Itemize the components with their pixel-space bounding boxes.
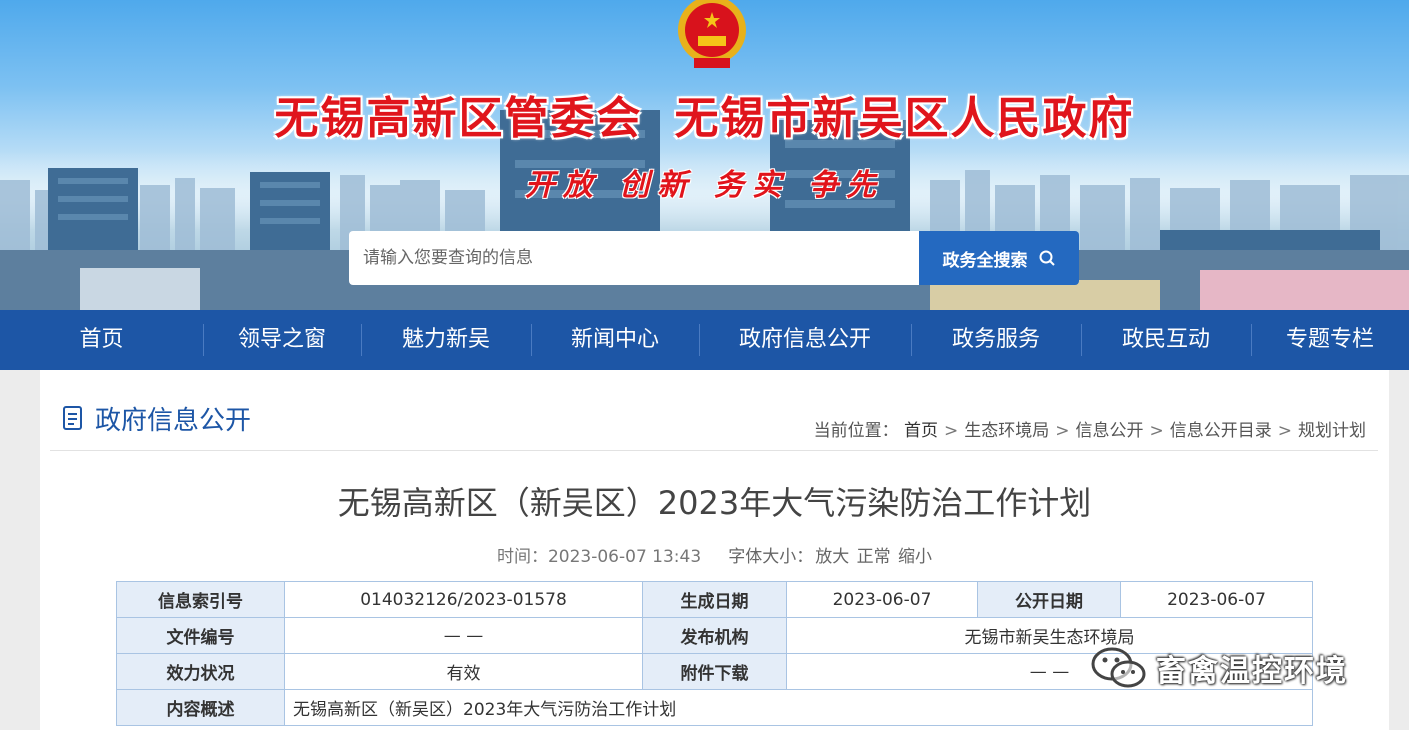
created-label: 生成日期 (642, 581, 787, 618)
search-button[interactable]: 政务全搜索 (919, 231, 1079, 285)
header-banner: 无锡高新区管委会无锡市新吴区人民政府 开放 创新 务实 争先 政务全搜索 (0, 0, 1409, 310)
wechat-icon (1091, 647, 1146, 688)
font-size-enlarge[interactable]: 放大 (815, 547, 849, 567)
public-value: 2023-06-07 (1120, 581, 1313, 618)
search-bar: 政务全搜索 (349, 231, 1079, 285)
site-title-right: 无锡市新吴区人民政府 (674, 93, 1135, 144)
search-input[interactable] (349, 231, 919, 285)
search-button-label: 政务全搜索 (942, 250, 1028, 271)
font-size-shrink[interactable]: 缩小 (898, 547, 932, 567)
document-icon (63, 406, 82, 430)
breadcrumb-link[interactable]: 规划计划 (1298, 421, 1366, 441)
watermark-text: 畜禽温控环境 (1156, 654, 1348, 689)
nav-item-charm-xinwu[interactable]: 魅力新吴 (361, 310, 531, 370)
breadcrumb-label: 当前位置： (813, 421, 899, 441)
status-value: 有效 (284, 653, 643, 690)
index-label: 信息索引号 (116, 581, 285, 618)
doc-no-label: 文件编号 (116, 617, 285, 654)
breadcrumb-link[interactable]: 信息公开 (1076, 421, 1144, 441)
site-title-left: 无锡高新区管委会 (274, 93, 643, 144)
font-size-normal[interactable]: 正常 (857, 547, 891, 567)
site-slogan: 开放 创新 务实 争先 (524, 168, 885, 203)
national-emblem-icon (678, 0, 746, 68)
search-icon (1039, 250, 1055, 266)
nav-item-gov-info[interactable]: 政府信息公开 (699, 310, 911, 370)
font-size-label: 字体大小： (728, 547, 814, 567)
nav-item-leaders[interactable]: 领导之窗 (203, 310, 361, 370)
nav-item-home[interactable]: 首页 (0, 310, 203, 370)
main-nav: 首页 领导之窗 魅力新吴 新闻中心 政府信息公开 政务服务 政民互动 专题专栏 (0, 310, 1409, 370)
nav-item-gov-services[interactable]: 政务服务 (911, 310, 1081, 370)
breadcrumb-link[interactable]: 生态环境局 (964, 421, 1049, 441)
nav-item-special-topics[interactable]: 专题专栏 (1251, 310, 1409, 370)
breadcrumb-link[interactable]: 信息公开目录 (1170, 421, 1272, 441)
nav-item-interaction[interactable]: 政民互动 (1081, 310, 1251, 370)
summary-label: 内容概述 (116, 689, 285, 726)
site-title: 无锡高新区管委会 无锡市新吴区人民政府 (0, 82, 1409, 146)
time-label: 时间： (496, 547, 548, 567)
doc-no-value: — — (284, 617, 643, 654)
table-row: 内容概述 无锡高新区（新吴区）2023年大气污防治工作计划 (116, 689, 1313, 726)
table-row: 信息索引号 014032126/2023-01578 生成日期 2023-06-… (116, 581, 1313, 618)
nav-item-news-center[interactable]: 新闻中心 (531, 310, 699, 370)
section-header: 政府信息公开 当前位置： 首页 > 生态环境局 > 信息公开 > 信息公开目录 > 规划计划 (50, 370, 1378, 451)
section-title: 政府信息公开 (95, 406, 252, 436)
created-value: 2023-06-07 (786, 581, 978, 618)
index-value: 014032126/2023-01578 (284, 581, 643, 618)
article-title: 无锡高新区（新吴区）2023年大气污染防治工作计划 (337, 484, 1092, 522)
publisher-label: 发布机构 (642, 617, 787, 654)
attachment-label: 附件下载 (642, 653, 787, 690)
publish-time: 2023-06-07 13:43 (547, 547, 702, 567)
breadcrumb-home-link[interactable]: 首页 (904, 421, 938, 441)
article-meta: 时间：2023-06-07 13:43 字体大小： 放大 正常 缩小 (40, 542, 1389, 567)
summary-value: 无锡高新区（新吴区）2023年大气污防治工作计划 (284, 689, 1313, 726)
breadcrumb: 当前位置： 首页 > 生态环境局 > 信息公开 > 信息公开目录 > 规划计划 (813, 421, 1366, 441)
watermark: 畜禽温控环境 (1090, 646, 1348, 690)
public-label: 公开日期 (977, 581, 1121, 618)
status-label: 效力状况 (116, 653, 285, 690)
